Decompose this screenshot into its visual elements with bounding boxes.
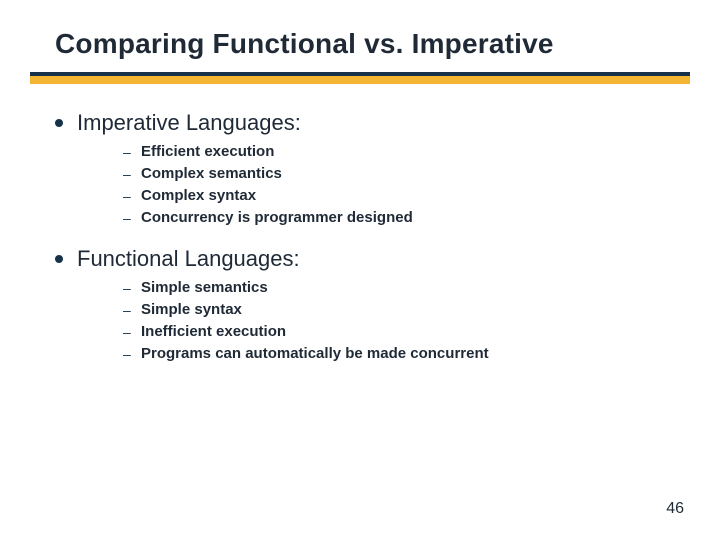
bullet-dot-icon bbox=[55, 119, 63, 127]
bullet-heading: Imperative Languages: bbox=[77, 110, 301, 136]
dash-icon: – bbox=[123, 142, 141, 162]
list-item: – Inefficient execution bbox=[123, 322, 680, 342]
list-item: – Simple syntax bbox=[123, 300, 680, 320]
list-item: – Programs can automatically be made con… bbox=[123, 344, 680, 364]
bullet-dot-icon bbox=[55, 255, 63, 263]
functional-sublist: – Simple semantics – Simple syntax – Ine… bbox=[123, 278, 680, 364]
list-item-text: Inefficient execution bbox=[141, 322, 286, 342]
list-item-text: Efficient execution bbox=[141, 142, 274, 162]
dash-icon: – bbox=[123, 186, 141, 206]
slide: Comparing Functional vs. Imperative Impe… bbox=[0, 0, 720, 540]
dash-icon: – bbox=[123, 300, 141, 320]
page-number: 46 bbox=[666, 500, 684, 518]
list-item: – Simple semantics bbox=[123, 278, 680, 298]
list-item: – Efficient execution bbox=[123, 142, 680, 162]
imperative-sublist: – Efficient execution – Complex semantic… bbox=[123, 142, 680, 228]
list-item-text: Concurrency is programmer designed bbox=[141, 208, 413, 228]
bullet-imperative: Imperative Languages: bbox=[55, 110, 680, 136]
list-item-text: Simple semantics bbox=[141, 278, 268, 298]
dash-icon: – bbox=[123, 164, 141, 184]
list-item-text: Complex syntax bbox=[141, 186, 256, 206]
slide-title: Comparing Functional vs. Imperative bbox=[55, 28, 554, 60]
dash-icon: – bbox=[123, 344, 141, 364]
bullet-heading: Functional Languages: bbox=[77, 246, 300, 272]
list-item-text: Simple syntax bbox=[141, 300, 242, 320]
list-item: – Complex syntax bbox=[123, 186, 680, 206]
list-item: – Complex semantics bbox=[123, 164, 680, 184]
dash-icon: – bbox=[123, 322, 141, 342]
list-item-text: Programs can automatically be made concu… bbox=[141, 344, 489, 364]
list-item: – Concurrency is programmer designed bbox=[123, 208, 680, 228]
title-rule-accent bbox=[30, 76, 690, 84]
content-area: Imperative Languages: – Efficient execut… bbox=[55, 110, 680, 382]
dash-icon: – bbox=[123, 208, 141, 228]
dash-icon: – bbox=[123, 278, 141, 298]
list-item-text: Complex semantics bbox=[141, 164, 282, 184]
bullet-functional: Functional Languages: bbox=[55, 246, 680, 272]
